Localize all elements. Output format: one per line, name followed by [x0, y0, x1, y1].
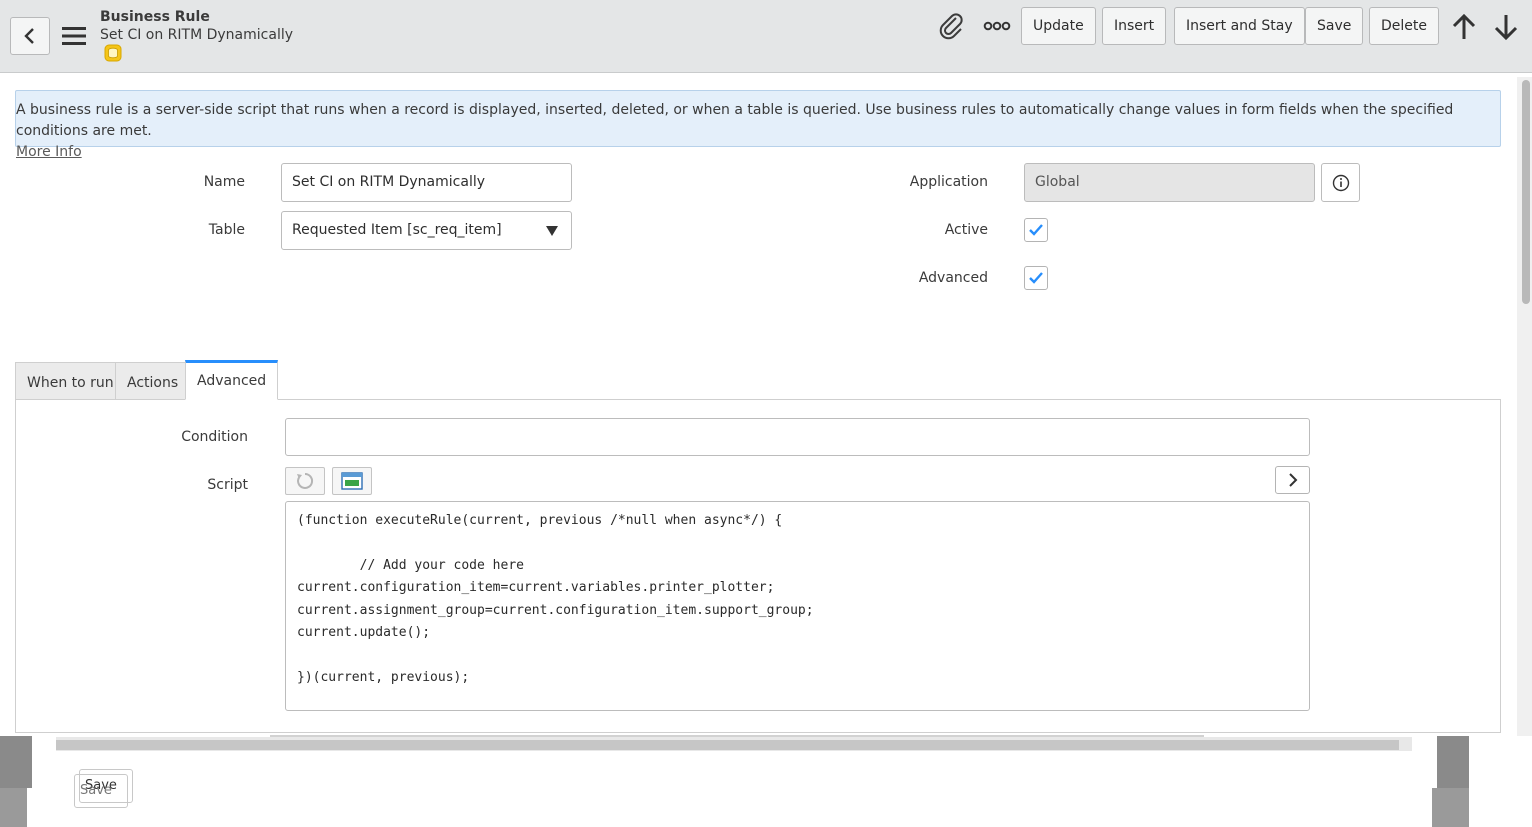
insert-and-stay-button[interactable]: Insert and Stay [1174, 7, 1305, 45]
script-line [297, 644, 1298, 666]
database-icon [104, 44, 122, 62]
info-banner: A business rule is a server-side script … [15, 90, 1501, 160]
script-line: // Add your code here [297, 557, 524, 573]
info-banner-text: A business rule is a server-side script … [16, 102, 1454, 139]
advanced-checkbox[interactable] [1024, 266, 1048, 290]
form-header: Business Rule Set CI on RITM Dynamically… [0, 0, 1532, 73]
tab-when-to-run[interactable]: When to run [15, 362, 126, 400]
script-console-icon [341, 472, 363, 490]
hamburger-menu-icon [62, 27, 86, 45]
info-icon [1332, 174, 1349, 191]
overlay-edge-left-lower [0, 788, 27, 827]
script-format-button[interactable] [285, 467, 325, 495]
hamburger-menu-button[interactable] [60, 24, 90, 48]
checkmark-icon [1029, 224, 1043, 236]
dropdown-arrow-icon [546, 226, 558, 236]
condition-label: Condition [181, 429, 248, 445]
application-field: Global [1024, 163, 1315, 202]
form-title: Business Rule [100, 9, 210, 25]
script-line: (function executeRule(current, previous … [297, 513, 783, 528]
active-checkbox[interactable] [1024, 218, 1048, 242]
table-select-value: Requested Item [sc_req_item] [292, 222, 502, 238]
paperclip-icon[interactable] [938, 12, 966, 40]
overlay-edge-right-lower [1432, 788, 1469, 827]
script-editor[interactable]: (function executeRule(current, previous … [285, 501, 1310, 711]
script-line [297, 532, 1298, 554]
application-info-button[interactable] [1321, 163, 1360, 202]
advanced-label: Advanced [918, 270, 988, 286]
arrow-up-icon[interactable] [1450, 12, 1478, 42]
more-info-link[interactable]: More Info [16, 142, 82, 162]
tab-advanced[interactable]: Advanced [185, 360, 279, 400]
overlay-edge-right [1437, 736, 1469, 788]
back-icon [24, 28, 34, 44]
back-button[interactable] [10, 17, 50, 55]
divider [270, 735, 1204, 737]
name-field[interactable]: Set CI on RITM Dynamically [281, 163, 572, 202]
script-label: Script [207, 477, 248, 493]
insert-button[interactable]: Insert [1102, 7, 1167, 45]
script-line: current.assignment_group=current.configu… [297, 602, 814, 618]
chevron-right-icon [1288, 473, 1297, 487]
delete-button[interactable]: Delete [1369, 7, 1439, 45]
page-scrollbar-thumb[interactable] [1522, 80, 1530, 304]
table-select[interactable]: Requested Item [sc_req_item] [281, 211, 572, 250]
record-name: Set CI on RITM Dynamically [100, 27, 294, 43]
horizontal-scrollbar-thumb[interactable] [56, 740, 1399, 750]
application-label: Application [909, 174, 988, 190]
overlay-edge-left [0, 736, 32, 788]
script-line: current.update(); [297, 624, 431, 640]
active-label: Active [944, 222, 988, 238]
tab-actions[interactable]: Actions [115, 362, 191, 400]
footer-save-button-ghost[interactable]: Save [74, 774, 128, 808]
script-debug-button[interactable] [332, 467, 372, 495]
title-block: Business Rule Set CI on RITM Dynamically [100, 8, 293, 44]
script-line: })(current, previous); [297, 669, 470, 685]
more-options-icon[interactable] [983, 16, 1011, 36]
arrow-down-icon[interactable] [1492, 12, 1520, 42]
update-button[interactable]: Update [1021, 7, 1096, 45]
script-line: current.configuration_item=current.varia… [297, 580, 775, 596]
condition-field[interactable] [285, 418, 1310, 456]
checkmark-icon [1029, 272, 1043, 284]
toggle-syntax-icon [297, 472, 314, 489]
script-expand-button[interactable] [1275, 466, 1310, 494]
name-label: Name [203, 174, 245, 190]
table-label: Table [208, 222, 245, 238]
save-button[interactable]: Save [1305, 7, 1364, 45]
